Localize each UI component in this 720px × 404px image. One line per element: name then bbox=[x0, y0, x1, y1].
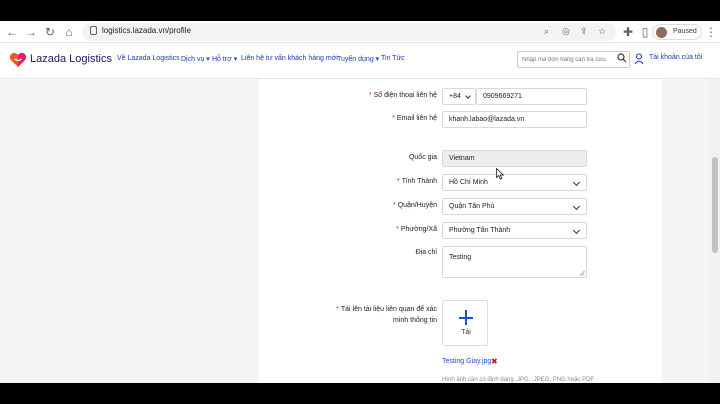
menu-support[interactable]: Hỗ trợ ▾ bbox=[212, 55, 237, 63]
country-label: Quốc gia bbox=[408, 154, 437, 161]
scrollbar-thumb[interactable] bbox=[712, 157, 718, 253]
email-value: khanh.labao@lazada.vn bbox=[449, 116, 525, 123]
upload-label-line2: minh thông tin bbox=[393, 317, 437, 324]
uploaded-file-link[interactable]: Testing Giay.jpg bbox=[442, 358, 491, 365]
address-bar[interactable]: logistics.lazada.vn/profile ⌕ ◎ ⇪ ☆ bbox=[82, 23, 616, 41]
tracking-search-input[interactable] bbox=[517, 51, 630, 68]
ward-select[interactable]: Phường Tân Thành bbox=[442, 222, 587, 239]
profile-button[interactable]: Paused bbox=[652, 24, 702, 40]
email-label-text: Email liên hệ bbox=[396, 115, 437, 122]
share-icon[interactable]: ⇪ bbox=[580, 26, 588, 37]
menu-services[interactable]: Dịch vụ ▾ bbox=[181, 55, 210, 63]
ward-label-text: Phường/Xã bbox=[400, 226, 437, 233]
required-mark: * bbox=[396, 178, 400, 185]
chevron-down-icon bbox=[572, 178, 581, 187]
required-mark: * bbox=[336, 306, 339, 313]
required-mark: * bbox=[392, 115, 395, 122]
address-textarea[interactable]: Testing bbox=[442, 246, 587, 278]
chevron-down-icon bbox=[572, 226, 581, 235]
search-icon[interactable]: ⌕ bbox=[544, 26, 549, 37]
country-input: Vietnam bbox=[442, 150, 587, 167]
chevron-down-icon bbox=[572, 202, 581, 211]
upload-label-line1: Tải lên tài liệu liên quan để xác bbox=[340, 306, 437, 313]
profile-status: Paused bbox=[673, 28, 697, 35]
site-header: Lazada Logistics Về Lazada Logistics Dịc… bbox=[0, 43, 720, 79]
phone-label: * Số điện thoại liên hệ bbox=[369, 92, 437, 99]
required-mark: * bbox=[396, 226, 399, 233]
district-label: * Quận/Huyện bbox=[393, 202, 437, 209]
back-icon[interactable]: ← bbox=[4, 24, 20, 40]
ward-label: * Phường/Xã bbox=[396, 226, 437, 233]
email-input[interactable]: khanh.labao@lazada.vn bbox=[442, 111, 587, 128]
address-value: Testing bbox=[449, 254, 472, 261]
province-label-text: Tỉnh Thành bbox=[401, 178, 437, 185]
resize-handle-icon[interactable] bbox=[579, 270, 585, 276]
lock-icon bbox=[90, 26, 97, 35]
district-value: Quận Tân Phú bbox=[449, 203, 495, 210]
sidepanel-icon[interactable]: ▯ bbox=[637, 24, 653, 40]
upload-button-label: Tải bbox=[461, 329, 471, 336]
chevron-down-icon bbox=[465, 93, 471, 99]
province-value: Hồ Chí Minh bbox=[449, 179, 488, 186]
page-content bbox=[0, 79, 720, 383]
country-code-value: +84 bbox=[449, 93, 461, 100]
user-icon[interactable] bbox=[634, 53, 644, 65]
email-label: * Email liên hệ bbox=[392, 115, 437, 122]
reload-icon[interactable]: ↻ bbox=[42, 24, 58, 40]
avatar bbox=[656, 27, 667, 38]
phone-value: 0909669271 bbox=[483, 93, 522, 100]
bookmark-star-icon[interactable]: ☆ bbox=[598, 26, 606, 37]
ward-value: Phường Tân Thành bbox=[449, 227, 511, 234]
more-menu-icon[interactable]: ⋮ bbox=[703, 24, 719, 40]
upload-hint: Hình ảnh cần có định dạng .JPG, .JPEG, P… bbox=[442, 377, 595, 383]
lazada-heart-icon[interactable] bbox=[9, 52, 27, 68]
menu-careers[interactable]: Tuyển dụng ▾ bbox=[337, 55, 379, 63]
menu-contact-new[interactable]: Liên hệ tư vấn khách hàng mới bbox=[241, 55, 338, 62]
required-mark: * bbox=[368, 92, 372, 99]
account-link[interactable]: Tài khoản của tôi bbox=[649, 54, 702, 61]
country-code-select[interactable]: +84 bbox=[442, 88, 476, 105]
search-icon[interactable] bbox=[617, 53, 627, 63]
phone-label-text: Số điện thoại liên hệ bbox=[373, 92, 437, 99]
extensions-icon[interactable]: ✚ bbox=[620, 24, 636, 40]
country-value: Vietnam bbox=[449, 155, 475, 162]
menu-news[interactable]: Tin Tức bbox=[381, 55, 405, 62]
scrollbar[interactable] bbox=[710, 79, 720, 383]
address-label: Địa chỉ bbox=[415, 249, 437, 256]
required-mark: * bbox=[392, 202, 396, 209]
menu-about[interactable]: Về Lazada Logistics bbox=[117, 55, 180, 62]
upload-button[interactable]: Tải bbox=[442, 300, 488, 346]
phone-input[interactable]: 0909669271 bbox=[476, 88, 587, 105]
url-text: logistics.lazada.vn/profile bbox=[102, 26, 191, 35]
plus-icon-vertical bbox=[465, 310, 467, 325]
browser-toolbar: ← → ↻ ⌂ logistics.lazada.vn/profile ⌕ ◎ … bbox=[0, 21, 720, 43]
remove-file-icon[interactable]: ✖ bbox=[491, 357, 498, 366]
home-icon[interactable]: ⌂ bbox=[61, 24, 77, 40]
forward-icon[interactable]: → bbox=[23, 24, 39, 40]
upload-label: * Tải lên tài liệu liên quan để xác minh … bbox=[336, 304, 437, 326]
district-select[interactable]: Quận Tân Phú bbox=[442, 198, 587, 215]
mouse-cursor-icon bbox=[496, 168, 504, 180]
province-select[interactable]: Hồ Chí Minh bbox=[442, 174, 587, 191]
browser-window: ← → ↻ ⌂ logistics.lazada.vn/profile ⌕ ◎ … bbox=[0, 21, 720, 383]
zoom-icon[interactable]: ◎ bbox=[562, 26, 570, 37]
logo-text[interactable]: Lazada Logistics bbox=[30, 53, 112, 65]
province-label: * Tỉnh Thành bbox=[397, 178, 437, 185]
district-label-text: Quận/Huyện bbox=[397, 202, 437, 209]
